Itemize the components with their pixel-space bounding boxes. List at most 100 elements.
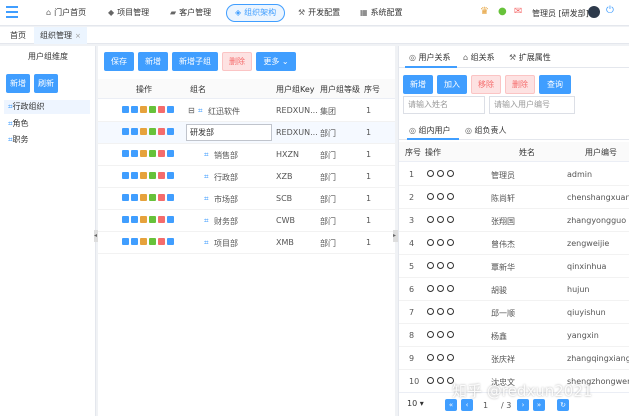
edit-icon[interactable] (437, 354, 444, 361)
nav-item-sys-config[interactable]: ▦ 系统配置 (360, 4, 403, 22)
chat-icon[interactable]: ● (498, 6, 507, 18)
close-icon[interactable]: × (75, 32, 81, 40)
remove-icon[interactable] (447, 170, 454, 177)
remove-icon[interactable] (447, 239, 454, 246)
edit-icon[interactable] (149, 216, 156, 223)
table-row[interactable]: ⌗ 销售部 HXZN 部门 1 (98, 144, 395, 166)
table-row[interactable]: 4 曾伟杰 zengweijie (399, 232, 629, 255)
filter-icon[interactable] (122, 128, 129, 135)
add-icon[interactable] (140, 238, 147, 245)
add-icon[interactable] (140, 172, 147, 179)
nav-item-dev-config[interactable]: ⚒ 开发配置 (298, 4, 340, 22)
shirt-icon[interactable]: ♛ (480, 6, 489, 18)
user-relation-icon[interactable] (427, 377, 434, 384)
refresh-button[interactable]: 刷新 (34, 74, 58, 93)
tree-icon[interactable] (131, 128, 138, 135)
delete-icon[interactable] (158, 128, 165, 135)
remove-icon[interactable] (447, 331, 454, 338)
table-icon[interactable] (167, 106, 174, 113)
new-user-button[interactable]: 新增 (403, 75, 433, 94)
dimension-item-admin-org[interactable]: ⌗行政组织 (4, 100, 90, 114)
avatar[interactable] (588, 6, 600, 18)
table-icon[interactable] (167, 194, 174, 201)
delete-icon[interactable] (158, 106, 165, 113)
delete-icon[interactable] (158, 172, 165, 179)
add-button[interactable]: 新增 (138, 52, 168, 71)
user-relation-icon[interactable] (427, 170, 434, 177)
table-icon[interactable] (167, 128, 174, 135)
remove-button[interactable]: 移除 (471, 75, 501, 94)
tree-icon[interactable] (131, 238, 138, 245)
group-name-edit-input[interactable]: 研发部 (186, 124, 272, 141)
user-relation-icon[interactable] (427, 216, 434, 223)
page-size-select[interactable]: 10 ▾ (407, 399, 424, 408)
filter-icon[interactable] (122, 150, 129, 157)
nav-item-customer[interactable]: ▰ 客户管理 (170, 4, 211, 22)
filter-icon[interactable] (122, 106, 129, 113)
user-relation-icon[interactable] (427, 193, 434, 200)
edit-icon[interactable] (437, 308, 444, 315)
table-row[interactable]: 8 杨鑫 yangxin (399, 324, 629, 347)
table-icon[interactable] (167, 216, 174, 223)
delete-icon[interactable] (158, 194, 165, 201)
edit-icon[interactable] (149, 194, 156, 201)
edit-icon[interactable] (437, 331, 444, 338)
edit-icon[interactable] (437, 262, 444, 269)
table-row[interactable]: 9 张庆祥 zhangqingxiang (399, 347, 629, 370)
table-row[interactable]: 2 陈尚轩 chenshangxuan (399, 186, 629, 209)
edit-icon[interactable] (437, 193, 444, 200)
edit-icon[interactable] (149, 150, 156, 157)
tab-user-relation[interactable]: ◎ 用户关系 (409, 52, 451, 63)
filter-icon[interactable] (122, 172, 129, 179)
tab-org-manage[interactable]: 组织管理 × (34, 27, 87, 44)
user-relation-icon[interactable] (427, 354, 434, 361)
page-number-input[interactable]: 1 (483, 401, 488, 410)
delete-icon[interactable] (158, 216, 165, 223)
remove-icon[interactable] (447, 308, 454, 315)
tree-icon[interactable] (131, 106, 138, 113)
tree-toggle[interactable]: ⊟ (188, 106, 195, 115)
tree-icon[interactable] (131, 216, 138, 223)
edit-icon[interactable] (149, 172, 156, 179)
table-row[interactable]: ⌗ 行政部 XZB 部门 1 (98, 166, 395, 188)
tab-group-relation[interactable]: ⌂ 组关系 (463, 52, 495, 63)
user-relation-icon[interactable] (427, 239, 434, 246)
user-relation-icon[interactable] (427, 308, 434, 315)
edit-icon[interactable] (149, 128, 156, 135)
user-code-search-input[interactable]: 请输入用户编号 (489, 96, 575, 114)
filter-icon[interactable] (122, 216, 129, 223)
mail-icon[interactable]: ✉ (514, 6, 522, 18)
edit-icon[interactable] (149, 106, 156, 113)
edit-icon[interactable] (437, 377, 444, 384)
nav-item-org[interactable]: ◈ 组织架构 (226, 4, 286, 22)
add-icon[interactable] (140, 216, 147, 223)
name-search-input[interactable]: 请输入姓名 (403, 96, 485, 114)
tree-icon[interactable] (131, 194, 138, 201)
table-row[interactable]: 1 管理员 admin (399, 163, 629, 186)
delete-icon[interactable] (158, 150, 165, 157)
tab-home[interactable]: 首页 (4, 27, 32, 44)
subtab-group-leader[interactable]: ◎ 组负责人 (465, 125, 507, 136)
dimension-item-position[interactable]: ⌗职务 (8, 134, 29, 145)
edit-icon[interactable] (437, 170, 444, 177)
new-button[interactable]: 新增 (6, 74, 30, 93)
edit-icon[interactable] (437, 285, 444, 292)
remove-icon[interactable] (447, 354, 454, 361)
table-row[interactable]: 7 邱一顺 qiuyishun (399, 301, 629, 324)
add-child-button[interactable]: 新增子组 (172, 52, 218, 71)
user-relation-icon[interactable] (427, 331, 434, 338)
query-button[interactable]: 查询 (539, 75, 571, 94)
delete-button[interactable]: 删除 (222, 52, 252, 71)
remove-icon[interactable] (447, 216, 454, 223)
edit-icon[interactable] (437, 216, 444, 223)
table-icon[interactable] (167, 172, 174, 179)
table-row[interactable]: 研发部 REDXUN... 部门 1 (98, 122, 395, 144)
remove-icon[interactable] (447, 193, 454, 200)
table-row[interactable]: ⊟ ⌗ 红迅软件 REDXUN... 集团 1 (98, 100, 395, 122)
remove-icon[interactable] (447, 285, 454, 292)
remove-icon[interactable] (447, 262, 454, 269)
delete-icon[interactable] (158, 238, 165, 245)
edit-icon[interactable] (149, 238, 156, 245)
menu-icon[interactable] (6, 6, 18, 18)
user-relation-icon[interactable] (427, 285, 434, 292)
